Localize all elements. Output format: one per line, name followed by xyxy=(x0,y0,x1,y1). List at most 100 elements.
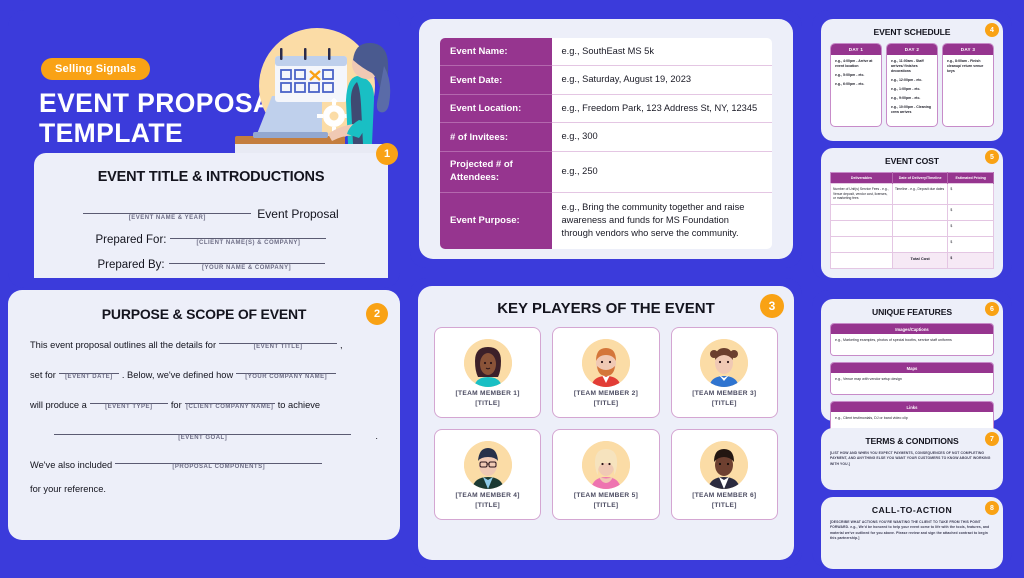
cell-date[interactable]: Timeline - e.g., Deposit due dates xyxy=(891,183,949,205)
row-key: Event Name: xyxy=(440,37,552,67)
section-event-title-introductions: 1 EVENT TITLE & INTRODUCTIONS [EVENT NAM… xyxy=(34,143,398,278)
event-type-field[interactable] xyxy=(89,393,168,404)
feature-block[interactable]: Images/Captions e.g., Marketing examples… xyxy=(830,323,994,357)
row-value[interactable]: e.g., SouthEast MS 5k xyxy=(551,37,772,67)
row-value[interactable]: e.g., Saturday, August 19, 2023 xyxy=(551,65,772,95)
cell-deliverable[interactable] xyxy=(830,235,893,253)
schedule-day-column[interactable]: DAY 3 e.g., 8:00am - Finish cleanup/ ret… xyxy=(942,43,994,127)
event-title-field[interactable] xyxy=(219,333,338,344)
day-item: e.g., 9:00pm - etc. xyxy=(891,96,921,101)
feature-body: e.g., Venue map with vendor setup design xyxy=(831,373,993,395)
row-key: Event Purpose: xyxy=(440,192,552,249)
feature-body: e.g., Marketing examples, photos of spec… xyxy=(831,334,993,356)
schedule-day-column[interactable]: DAY 1 e.g., 4:00pm - Arrive at event loc… xyxy=(830,43,882,127)
avatar xyxy=(463,440,512,489)
cell-deliverable[interactable]: Number of Unit(s) Service Fees - e.g., V… xyxy=(830,183,893,205)
table-header-row: Deliverables Date of Delivery/Timeline E… xyxy=(830,172,994,184)
list-item[interactable]: [TEAM MEMBER 2] [TITLE] xyxy=(552,327,660,418)
event-title-hint: [EVENT TITLE] xyxy=(253,344,303,350)
event-cost-title: EVENT COST xyxy=(885,156,939,166)
day-header: DAY 2 xyxy=(887,44,937,55)
proposal-components-field[interactable] xyxy=(115,453,323,464)
row-value[interactable]: e.g., 300 xyxy=(551,122,772,152)
list-item[interactable]: [TEAM MEMBER 6] [TITLE] xyxy=(670,429,778,520)
section1-title: EVENT TITLE & INTRODUCTIONS xyxy=(97,169,325,185)
table-row: Event Purpose: e.g., Bring the community… xyxy=(440,192,772,249)
avatar xyxy=(581,338,630,387)
list-item[interactable]: [TEAM MEMBER 3] [TITLE] xyxy=(670,327,778,418)
prepared-for-field[interactable] xyxy=(170,226,327,239)
cell-deliverable[interactable] xyxy=(830,203,893,221)
member-name: [TEAM MEMBER 6] xyxy=(692,491,757,499)
member-title: [TITLE] xyxy=(475,501,501,509)
page-title-line2: TEMPLATE xyxy=(39,118,184,149)
hero-illustration-icon xyxy=(217,24,392,164)
cell-deliverable[interactable] xyxy=(830,219,893,237)
cell-date[interactable] xyxy=(891,219,949,237)
feature-block[interactable]: Maps e.g., Venue map with vendor setup d… xyxy=(830,362,994,396)
step-badge-8: 8 xyxy=(985,501,999,515)
cell-price[interactable]: $ xyxy=(947,219,994,237)
client-company-name-hint: [CLIENT COMPANY NAME] xyxy=(186,404,274,410)
feature-head: Links xyxy=(831,402,993,413)
step-badge-1: 1 xyxy=(376,143,398,165)
row-value[interactable]: e.g., Freedom Park, 123 Address St, NY, … xyxy=(551,94,772,124)
avatar xyxy=(700,338,749,387)
list-item[interactable]: [TEAM MEMBER 1] [TITLE] xyxy=(434,327,542,418)
purpose-text-2: set for xyxy=(30,370,56,380)
row-key: Projected # of Attendees: xyxy=(440,151,552,193)
day-item: e.g., 11:00am - Staff arrives/ finishes … xyxy=(891,59,924,74)
member-title: [TITLE] xyxy=(593,501,619,509)
prepared-by-field[interactable] xyxy=(168,251,325,264)
purpose-line-2: set for [EVENT DATE] . Below, we've defi… xyxy=(30,363,378,380)
total-cost-value[interactable]: $ xyxy=(947,251,994,269)
client-company-name-field[interactable] xyxy=(184,393,275,404)
event-details-table: Event Name: e.g., SouthEast MS 5k Event … xyxy=(439,37,773,250)
purpose-line-6: for your reference. xyxy=(30,484,378,494)
member-title: [TITLE] xyxy=(711,501,737,509)
your-company-name-field[interactable] xyxy=(236,363,337,374)
row-value[interactable]: e.g., Bring the community together and r… xyxy=(551,192,772,249)
cell-price[interactable]: $ xyxy=(947,203,994,221)
event-details-card: Event Name: e.g., SouthEast MS 5k Event … xyxy=(419,19,793,259)
purpose-text-5: for xyxy=(170,400,182,410)
purpose-text-6: to achieve xyxy=(277,400,321,410)
cell-date[interactable] xyxy=(891,235,949,253)
event-goal-field[interactable] xyxy=(54,424,352,435)
schedule-days-grid: DAY 1 e.g., 4:00pm - Arrive at event loc… xyxy=(830,43,994,127)
schedule-day-column[interactable]: DAY 2 e.g., 11:00am - Staff arrives/ fin… xyxy=(886,43,938,127)
list-item[interactable]: [TEAM MEMBER 4] [TITLE] xyxy=(434,429,542,520)
table-row: Event Location: e.g., Freedom Park, 123 … xyxy=(440,94,772,124)
row-value[interactable]: e.g., 250 xyxy=(551,151,772,193)
column-header-deliverables: Deliverables xyxy=(830,172,893,184)
member-name: [TEAM MEMBER 3] xyxy=(692,389,757,397)
cta-body: [DESCRIBE WHAT ACTIONS YOU'RE WANTING TH… xyxy=(830,520,990,541)
schedule-cost-panel: 4 EVENT SCHEDULE DAY 1 e.g., 4:00pm - Ar… xyxy=(812,10,1012,280)
event-date-field[interactable] xyxy=(58,363,119,374)
purpose-text-3: . Below, we've defined how xyxy=(121,370,234,380)
member-name: [TEAM MEMBER 5] xyxy=(573,491,639,499)
unique-features-title: UNIQUE FEATURES xyxy=(872,307,952,317)
day-body: e.g., 11:00am - Staff arrives/ finishes … xyxy=(887,55,937,126)
key-players-panel: 3 KEY PLAYERS OF THE EVENT [TEAM MEMBER … xyxy=(410,278,802,568)
purpose-text-7: We've also included xyxy=(30,460,113,470)
cell-date[interactable] xyxy=(891,203,949,221)
right-column: 4 EVENT SCHEDULE DAY 1 e.g., 4:00pm - Ar… xyxy=(812,10,1012,569)
purpose-line-3: will produce a [EVENT TYPE] for [CLIENT … xyxy=(30,393,378,410)
brand-pill: Selling Signals xyxy=(41,58,151,80)
event-name-field[interactable] xyxy=(83,201,252,214)
column-header-pricing: Estimated Pricing xyxy=(947,172,994,184)
features-terms-cta-panel: 6 UNIQUE FEATURES Images/Captions e.g., … xyxy=(812,290,1012,569)
event-cost-table: Deliverables Date of Delivery/Timeline E… xyxy=(830,172,994,269)
table-row: Number of Unit(s) Service Fees - e.g., V… xyxy=(830,183,994,205)
event-cost-card: 5 EVENT COST Deliverables Date of Delive… xyxy=(821,148,1003,278)
day-item: e.g., 1:00pm - etc. xyxy=(891,87,921,92)
purpose-line-4: [EVENT GOAL] . xyxy=(30,424,378,441)
list-item[interactable]: [TEAM MEMBER 5] [TITLE] xyxy=(552,429,660,520)
cell-price[interactable]: $ xyxy=(947,235,994,253)
day-item: e.g., 6:00pm - etc. xyxy=(835,82,865,87)
schedule-title: EVENT SCHEDULE xyxy=(873,27,951,37)
purpose-text-8: for your reference. xyxy=(30,484,106,494)
cell-price[interactable]: $ xyxy=(947,183,994,205)
step-badge-6: 6 xyxy=(985,302,999,316)
